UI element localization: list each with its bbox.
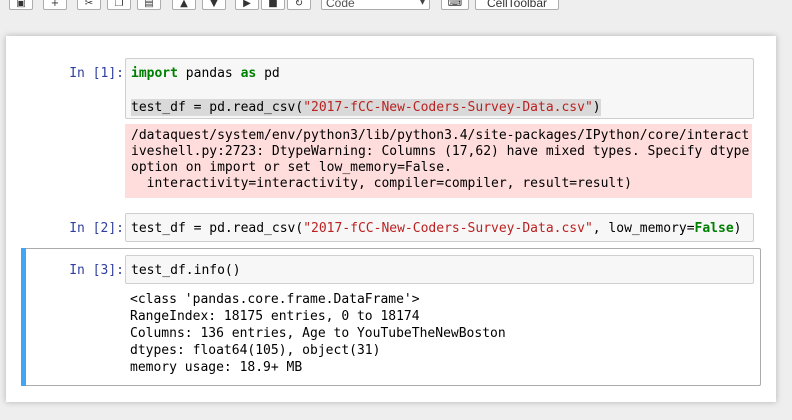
stop-icon: ■ bbox=[268, 0, 278, 9]
arrow-up-icon: ▲ bbox=[180, 0, 188, 9]
notebook-container: In [1]: import pandas as pd ​ test_df = … bbox=[6, 36, 776, 402]
cell-1-stderr-output: /dataquest/system/env/python3/lib/python… bbox=[125, 124, 752, 198]
code-text: test_df.info() bbox=[131, 263, 241, 278]
cell-3-input[interactable]: test_df.info() bbox=[125, 255, 754, 284]
paste-button[interactable]: ▤ bbox=[137, 0, 161, 10]
selected-code-line: test_df = pd.read_csv("2017-fCC-New-Code… bbox=[131, 99, 601, 116]
code-keyword: import bbox=[131, 66, 178, 81]
cell-3-prompt: In [3]: bbox=[69, 263, 124, 278]
arrow-down-icon: ▼ bbox=[210, 0, 218, 9]
run-button[interactable]: ▶ bbox=[235, 0, 259, 10]
code-keyword: as bbox=[240, 66, 257, 81]
code-keyword: False bbox=[694, 221, 734, 236]
copy-button[interactable]: ❐ bbox=[107, 0, 131, 10]
step-forward-icon: ▶ bbox=[243, 0, 251, 9]
save-button[interactable]: ▣ bbox=[9, 0, 33, 10]
copy-icon: ❐ bbox=[114, 0, 124, 9]
refresh-icon: ↻ bbox=[294, 0, 304, 9]
cell-1-prompt: In [1]: bbox=[69, 66, 124, 81]
code-text: test_df = pd.read_csv( bbox=[131, 221, 304, 236]
paste-icon: ▤ bbox=[144, 0, 154, 9]
code-text: pd bbox=[256, 66, 280, 81]
cell-2-prompt: In [2]: bbox=[69, 221, 124, 236]
code-text: ) bbox=[733, 221, 742, 236]
move-up-button[interactable]: ▲ bbox=[172, 0, 196, 10]
chevron-down-icon: ▾ bbox=[419, 0, 425, 8]
restart-button[interactable]: ↻ bbox=[287, 0, 311, 10]
selected-cell-indicator bbox=[21, 248, 26, 386]
cell-1-input[interactable]: import pandas as pd ​ test_df = pd.read_… bbox=[125, 58, 754, 119]
plus-icon: + bbox=[50, 0, 60, 9]
cell-type-select[interactable]: Code ▾ bbox=[321, 0, 430, 10]
stop-button[interactable]: ■ bbox=[261, 0, 285, 10]
code-string: "2017-fCC-New-Coders-Survey-Data.csv" bbox=[303, 100, 593, 115]
insert-cell-button[interactable]: + bbox=[43, 0, 67, 10]
command-palette-button[interactable]: ⌨ bbox=[441, 0, 469, 10]
code-text: , low_memory= bbox=[592, 221, 695, 236]
cell-type-value: Code bbox=[326, 0, 355, 10]
cut-button[interactable]: ✂ bbox=[77, 0, 101, 10]
save-icon: ▣ bbox=[16, 0, 26, 9]
code-string: "2017-fCC-New-Coders-Survey-Data.csv" bbox=[303, 221, 593, 236]
celltoolbar-button[interactable]: CellToolbar bbox=[475, 0, 559, 10]
scissors-icon: ✂ bbox=[84, 0, 94, 9]
keyboard-icon: ⌨ bbox=[447, 0, 463, 9]
code-text: ) bbox=[592, 100, 601, 115]
code-text: test_df = pd.read_csv( bbox=[131, 100, 304, 115]
notebook-toolbar: ▣ + ✂ ❐ ▤ ▲ ▼ ▶ ■ ↻ Code ▾ ⌨ CellToolbar bbox=[0, 0, 792, 14]
code-text: pandas bbox=[177, 66, 241, 81]
cell-2-input[interactable]: test_df = pd.read_csv("2017-fCC-New-Code… bbox=[125, 213, 754, 242]
move-down-button[interactable]: ▼ bbox=[202, 0, 226, 10]
cell-3-output: <class 'pandas.core.frame.DataFrame'> Ra… bbox=[130, 292, 506, 375]
